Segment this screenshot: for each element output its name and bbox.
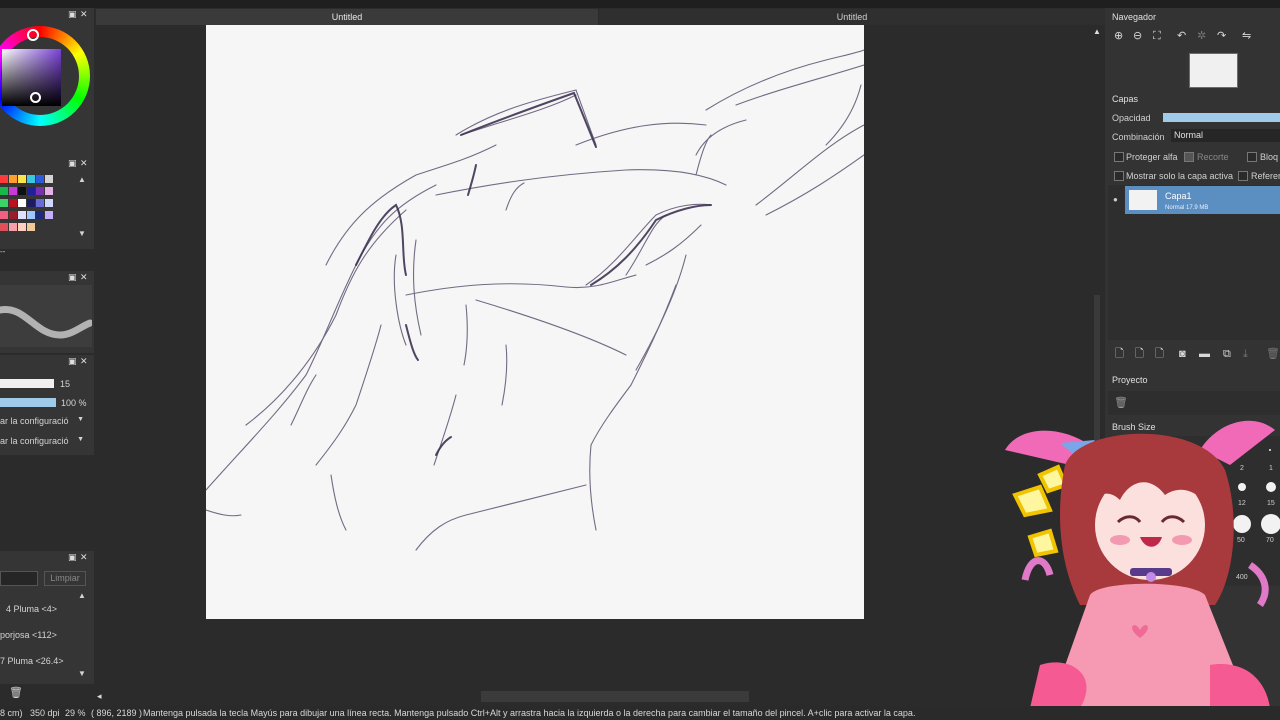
brush-list-scroll-down-icon[interactable]: ▼: [78, 669, 86, 678]
layer-mask-icon[interactable]: ◙: [1179, 348, 1186, 360]
config-dropdown-1-label: ar la configuració: [0, 416, 69, 426]
opacity-label: Opacidad: [1112, 113, 1151, 123]
reference-label: Referen: [1251, 171, 1280, 181]
color-swatches-panel: ▣ ✕ ▲ ▼ --: [0, 157, 94, 256]
brush-settings-panel: ▣ ✕ 15 100 % ar la configuració ▼ ar la …: [0, 355, 94, 455]
size-slider[interactable]: [0, 379, 54, 388]
new-folder-icon[interactable]: ▬: [1199, 348, 1210, 360]
brush-item[interactable]: 7 Pluma <26.4>: [0, 656, 64, 666]
brush-preview-panel: ▣ ✕: [0, 271, 94, 353]
panel-close-icon[interactable]: ✕: [80, 8, 88, 20]
project-title: Proyecto: [1112, 375, 1148, 385]
fit-view-icon[interactable]: ⛶: [1153, 30, 1161, 42]
sketch-drawing: [206, 49, 864, 551]
config-dropdown-2-label: ar la configuració: [0, 436, 69, 446]
clipping-checkbox[interactable]: [1184, 152, 1194, 162]
panel-close-icon[interactable]: ✕: [80, 157, 88, 169]
layer-visibility-icon[interactable]: ●: [1113, 195, 1118, 204]
blend-mode-select[interactable]: Normal: [1171, 129, 1280, 142]
layer-row[interactable]: Capa1 Normal 17.9 MB: [1125, 186, 1280, 214]
lock-label: Bloq: [1260, 152, 1279, 162]
status-zoom: 29 %: [65, 708, 86, 718]
zoom-in-icon[interactable]: ⊕: [1114, 30, 1123, 42]
hue-picker-handle[interactable]: [27, 29, 39, 41]
show-active-only-checkbox[interactable]: [1114, 171, 1124, 181]
panel-float-icon[interactable]: ▣: [68, 8, 77, 20]
layers-title: Capas: [1112, 94, 1139, 104]
status-bar: 8 cm) 350 dpi 29 % ( 896, 2189 ) Manteng…: [0, 706, 1280, 720]
color-wheel-panel: ▣ ✕: [0, 8, 94, 158]
zoom-out-icon[interactable]: ⊖: [1133, 30, 1142, 42]
panel-float-icon[interactable]: ▣: [68, 271, 77, 283]
show-active-only-label: Mostrar solo la capa activa: [1126, 171, 1234, 181]
layer-info: Normal 17.9 MB: [1165, 205, 1209, 211]
navigator-preview[interactable]: [1186, 52, 1240, 88]
brush-item[interactable]: porjosa <112>: [0, 630, 57, 640]
layer-opacity-slider[interactable]: [1163, 113, 1280, 122]
tab-untitled-1[interactable]: Untitled: [96, 9, 598, 25]
canvas-scrollbar-horizontal[interactable]: ◂: [96, 690, 1091, 704]
protect-alpha-checkbox[interactable]: [1114, 152, 1124, 162]
layer-thumbnail: [1129, 190, 1157, 210]
swatch-scroll-up-icon[interactable]: ▲: [78, 175, 86, 184]
layer-name: Capa1: [1165, 191, 1192, 201]
swatch-grid[interactable]: [0, 175, 62, 239]
panel-close-icon[interactable]: ✕: [80, 271, 88, 283]
panel-float-icon[interactable]: ▣: [68, 551, 77, 563]
brush-list-scroll-up-icon[interactable]: ▲: [78, 591, 86, 600]
rotate-left-icon[interactable]: ↶: [1177, 30, 1186, 42]
swatch-dash: --: [0, 247, 6, 256]
brush-list-panel: ▣ ✕ Limpiar 4 Pluma <4> porjosa <112> 7 …: [0, 551, 94, 684]
reference-checkbox[interactable]: [1238, 171, 1248, 181]
size-value[interactable]: 15: [60, 379, 70, 389]
clear-button[interactable]: Limpiar: [44, 571, 86, 586]
navigator-thumbnail: [1189, 53, 1238, 88]
brush-stroke-preview: [0, 285, 94, 347]
rotate-right-icon[interactable]: ↷: [1217, 30, 1226, 42]
drawing-canvas[interactable]: [206, 25, 864, 619]
lock-checkbox[interactable]: [1247, 152, 1257, 162]
scroll-thumb-horizontal[interactable]: [481, 691, 749, 702]
merge-down-icon[interactable]: ⤓: [1243, 348, 1248, 360]
new-layer-alt-icon[interactable]: 🗋: [1135, 348, 1144, 360]
trash-icon[interactable]: 🗑: [9, 686, 23, 699]
top-strip: [0, 0, 1280, 8]
navigator-title: Navegador: [1112, 12, 1157, 22]
opacity-slider[interactable]: [0, 398, 56, 407]
chevron-down-icon: ▼: [77, 436, 84, 443]
swatch-scroll-down-icon[interactable]: ▼: [78, 229, 86, 238]
tab-label: Untitled: [331, 12, 363, 22]
color-picker-handle[interactable]: [30, 92, 41, 103]
duplicate-layer-icon[interactable]: ⧉: [1223, 348, 1231, 360]
tab-untitled-2[interactable]: Untitled: [599, 9, 1105, 25]
status-dpi: 350 dpi: [30, 708, 60, 718]
new-layer-icon[interactable]: 🗋: [1115, 348, 1124, 360]
config-dropdown-2[interactable]: ar la configuració ▼: [0, 436, 84, 448]
reset-rotation-icon[interactable]: ✲: [1197, 30, 1206, 42]
delete-layer-icon[interactable]: 🗑: [1266, 348, 1280, 360]
opacity-value[interactable]: 100 %: [61, 398, 87, 408]
vtuber-avatar: [1005, 420, 1275, 708]
status-size: 8 cm): [0, 708, 23, 718]
scroll-up-icon[interactable]: ▲: [1093, 27, 1101, 36]
flip-icon[interactable]: ⇋: [1242, 30, 1251, 42]
layer-copy-icon[interactable]: 🗋: [1155, 348, 1164, 360]
status-coords: ( 896, 2189 ): [91, 708, 143, 718]
panel-float-icon[interactable]: ▣: [68, 157, 77, 169]
scroll-left-icon[interactable]: ◂: [97, 691, 102, 702]
status-hint: Mantenga pulsada la tecla Mayús para dib…: [143, 708, 916, 718]
panel-close-icon[interactable]: ✕: [80, 355, 88, 367]
blend-label: Combinación: [1112, 132, 1165, 142]
tab-label: Untitled: [836, 12, 868, 22]
brush-search-input[interactable]: [0, 571, 38, 586]
chevron-down-icon: ▼: [77, 416, 84, 423]
protect-alpha-label: Proteger alfa: [1126, 152, 1178, 162]
config-dropdown-1[interactable]: ar la configuració ▼: [0, 416, 84, 428]
panel-close-icon[interactable]: ✕: [80, 551, 88, 563]
panel-float-icon[interactable]: ▣: [68, 355, 77, 367]
brush-item[interactable]: 4 Pluma <4>: [6, 604, 57, 614]
clipping-label: Recorte: [1197, 152, 1229, 162]
